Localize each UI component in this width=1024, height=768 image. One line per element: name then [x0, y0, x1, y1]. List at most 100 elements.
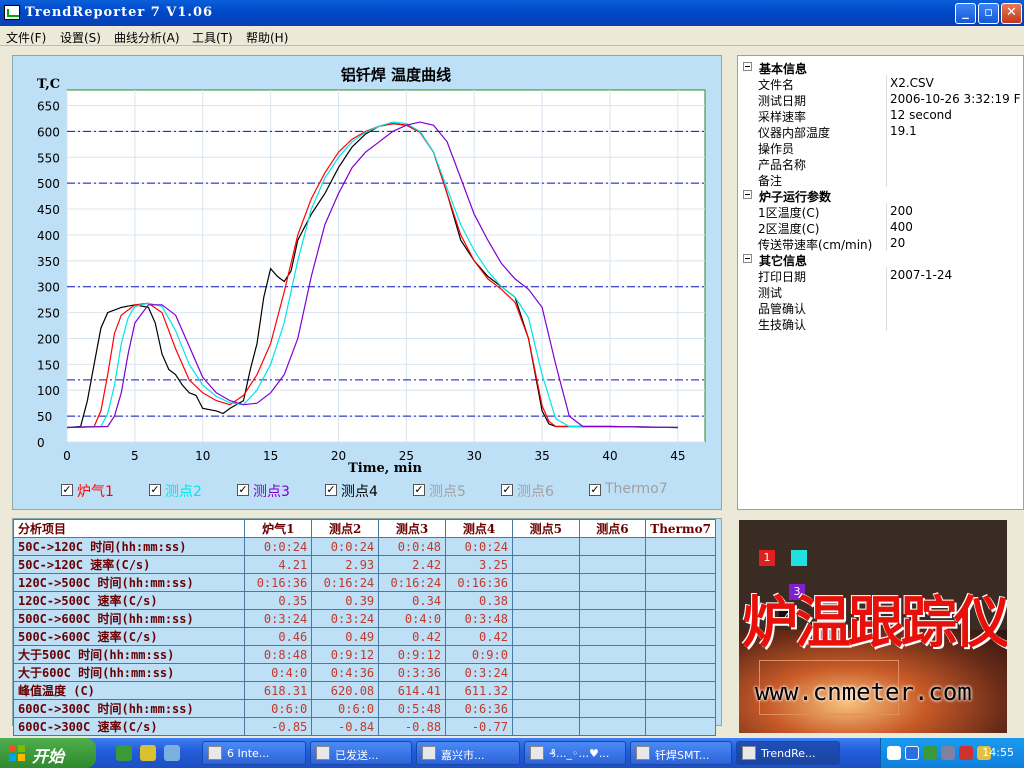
collapse-icon[interactable] — [743, 190, 752, 199]
legend-checkbox[interactable]: ✓ — [237, 484, 249, 496]
menu-file[interactable]: 文件(F) — [6, 29, 46, 46]
table-cell: -0.85 — [244, 717, 313, 736]
table-header-row: 分析项目 炉气1 测点2 测点3 测点4 测点5 测点6 Thermo7 — [12, 519, 716, 538]
legend-checkbox[interactable]: ✓ — [61, 484, 73, 496]
trendreporter-icon — [742, 746, 756, 760]
row-label: 大于500C 时间(hh:mm:ss) — [12, 645, 246, 664]
table-row[interactable]: 50C->120C 速率(C/s) 4.21 2.93 2.42 3.25 — [12, 555, 716, 574]
table-row[interactable]: 500C->600C 时间(hh:mm:ss) 0:3:24 0:3:24 0:4:0… — [12, 609, 716, 628]
close-button[interactable]: ✕ — [1001, 3, 1022, 24]
clock: 14:55 — [982, 746, 1014, 759]
info-group-header[interactable]: 其它信息 — [738, 251, 1024, 268]
table-cell: 614.41 — [378, 681, 447, 700]
row-label: 大于600C 时间(hh:mm:ss) — [12, 663, 246, 682]
title-bar[interactable]: TrendReporter 7 V1.06 _ ▫ ✕ — [0, 0, 1024, 26]
table-cell: 0:4:36 — [311, 663, 380, 682]
x-axis-label: Time, min — [348, 461, 422, 476]
legend-checkbox[interactable]: ✓ — [501, 484, 513, 496]
table-cell: 0:3:24 — [445, 663, 513, 682]
row-label: 50C->120C 时间(hh:mm:ss) — [12, 537, 246, 556]
mail-icon — [316, 746, 330, 760]
table-cell: 0:0:24 — [244, 537, 313, 556]
table-cell: 0:3:24 — [311, 609, 380, 628]
table-row[interactable]: 120C->500C 时间(hh:mm:ss) 0:16:36 0:16:24 0:1… — [12, 573, 716, 592]
expand-tray-icon[interactable] — [905, 746, 919, 760]
network-icon[interactable] — [941, 746, 955, 760]
table-cell: 0.34 — [378, 591, 447, 610]
table-cell — [511, 573, 580, 592]
taskbar-item[interactable]: ₰..._◦...♥... — [524, 741, 626, 765]
table-cell: 0:16:36 — [445, 573, 513, 592]
window-title: TrendReporter 7 V1.06 — [25, 5, 214, 20]
table-cell — [645, 663, 716, 682]
table-row[interactable]: 大于500C 时间(hh:mm:ss) 0:8:48 0:9:12 0:9:12 0:9… — [12, 645, 716, 664]
table-row[interactable]: 50C->120C 时间(hh:mm:ss) 0:0:24 0:0:24 0:0:48… — [12, 537, 716, 556]
legend-label: 炉气1 — [77, 484, 114, 500]
x-tick-label: 40 — [602, 449, 617, 463]
taskbar-item[interactable]: 6 Inte... — [202, 741, 306, 765]
table-cell — [578, 627, 647, 646]
taskbar-item[interactable]: 钎焊SMT... — [630, 741, 732, 765]
quicklaunch-icon[interactable] — [140, 745, 156, 761]
taskbar-item-active[interactable]: TrendRe... — [736, 741, 840, 765]
taskbar-item[interactable]: 嘉兴市... — [416, 741, 520, 765]
legend-label: 测点2 — [165, 484, 202, 500]
y-tick-label: 300 — [37, 281, 60, 295]
legend-checkbox[interactable]: ✓ — [149, 484, 161, 496]
table-row[interactable]: 大于600C 时间(hh:mm:ss) 0:4:0 0:4:36 0:3:36 0:3:… — [12, 663, 716, 682]
security-icon[interactable] — [959, 746, 973, 760]
x-tick-label: 5 — [131, 449, 139, 463]
table-row[interactable]: 峰值温度 (C) 618.31 620.08 614.41 611.32 — [12, 681, 716, 700]
y-axis-label: T,C — [37, 77, 60, 92]
table-row[interactable]: 600C->300C 速率(C/s) -0.85 -0.84 -0.88 -0.77 — [12, 717, 716, 736]
y-tick-label: 200 — [37, 332, 60, 346]
info-value: 12 second — [890, 108, 952, 122]
info-row: 仪器内部温度 19.1 — [738, 123, 1024, 140]
row-label: 600C->300C 时间(hh:mm:ss) — [12, 699, 246, 718]
info-value: 2007-1-24 — [890, 268, 953, 282]
minimize-button[interactable]: _ — [955, 3, 976, 24]
menu-tools[interactable]: 工具(T) — [192, 29, 233, 46]
x-tick-label: 10 — [195, 449, 210, 463]
start-button[interactable]: 开始 — [0, 738, 96, 768]
taskbar: 开始 6 Inte... 已发送... 嘉兴市... ₰..._◦...♥...… — [0, 738, 1024, 768]
maximize-button[interactable]: ▫ — [978, 3, 999, 24]
info-key: 生技确认 — [758, 318, 807, 332]
info-group-header[interactable]: 基本信息 — [738, 59, 1024, 76]
quicklaunch-icon[interactable] — [164, 745, 180, 761]
quicklaunch-icon[interactable] — [116, 745, 132, 761]
table-cell: 0:8:48 — [244, 645, 313, 664]
table-cell: 0:9:12 — [378, 645, 447, 664]
table-row[interactable]: 500C->600C 速率(C/s) 0.46 0.49 0.42 0.42 — [12, 627, 716, 646]
info-row: 传送带速率(cm/min) 20 — [738, 235, 1024, 252]
legend-checkbox[interactable]: ✓ — [589, 484, 601, 496]
taskbar-item[interactable]: 已发送... — [310, 741, 412, 765]
info-row: 备注 — [738, 171, 1024, 188]
menu-settings[interactable]: 设置(S) — [60, 29, 101, 46]
collapse-icon[interactable] — [743, 254, 752, 263]
row-label: 500C->600C 时间(hh:mm:ss) — [12, 609, 246, 628]
menu-curve-analysis[interactable]: 曲线分析(A) — [114, 29, 180, 46]
info-value: X2.CSV — [890, 76, 934, 90]
legend-checkbox[interactable]: ✓ — [325, 484, 337, 496]
menu-help[interactable]: 帮助(H) — [246, 29, 288, 46]
table-cell: 0:5:48 — [378, 699, 447, 718]
y-tick-label: 250 — [37, 307, 60, 321]
table-cell — [578, 717, 647, 736]
table-row[interactable]: 600C->300C 时间(hh:mm:ss) 0:6:0 0:6:0 0:5:48 0… — [12, 699, 716, 718]
menu-bar: 文件(F) 设置(S) 曲线分析(A) 工具(T) 帮助(H) — [0, 26, 1024, 46]
user-icon[interactable] — [923, 746, 937, 760]
row-label: 50C->120C 速率(C/s) — [12, 555, 246, 574]
legend-checkbox[interactable]: ✓ — [413, 484, 425, 496]
analysis-table-panel: 分析项目 炉气1 测点2 测点3 测点4 测点5 测点6 Thermo7 50C->120C 时… — [12, 518, 722, 736]
collapse-icon[interactable] — [743, 62, 752, 71]
legend-label: 测点6 — [517, 484, 554, 500]
table-cell — [645, 555, 716, 574]
table-row[interactable]: 120C->500C 速率(C/s) 0.35 0.39 0.34 0.38 — [12, 591, 716, 610]
keyboard-icon[interactable] — [887, 746, 901, 760]
info-group-header[interactable]: 炉子运行参数 — [738, 187, 1024, 204]
table-cell — [645, 627, 716, 646]
x-tick-label: 20 — [331, 449, 346, 463]
table-cell — [578, 537, 647, 556]
table-cell — [511, 717, 580, 736]
